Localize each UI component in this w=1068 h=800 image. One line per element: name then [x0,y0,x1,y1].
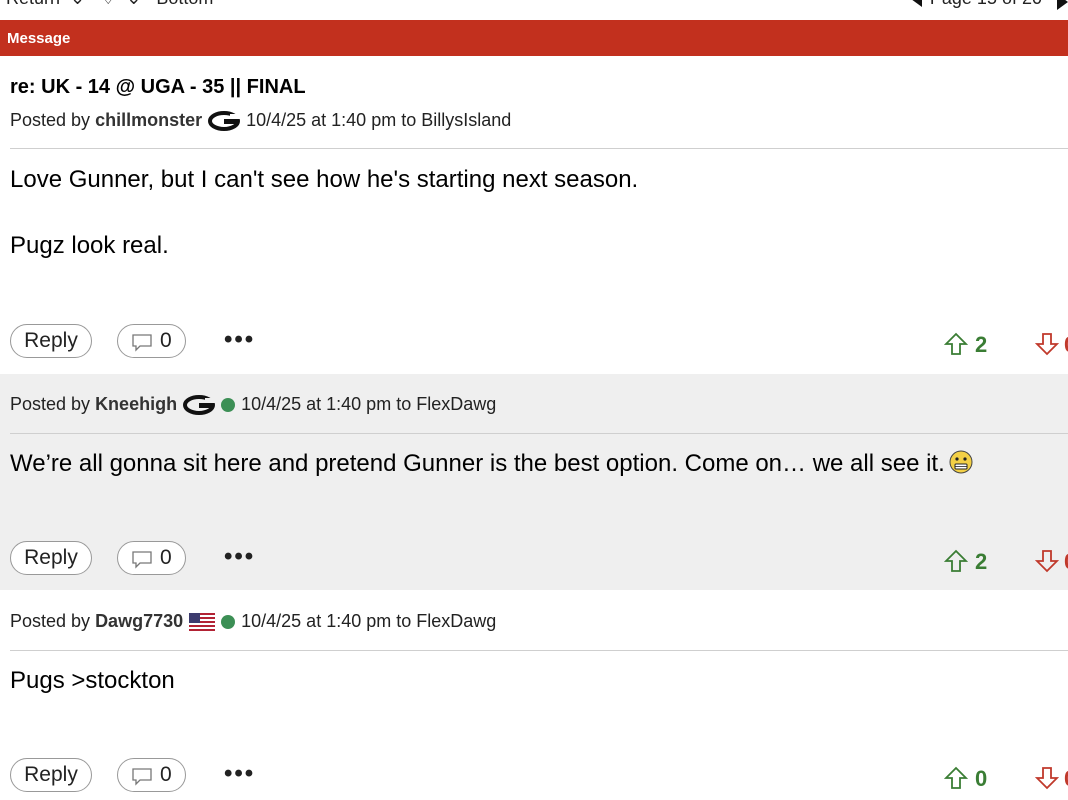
upvote-count: 2 [975,332,988,357]
downvote-count: 0 [1064,332,1068,358]
upvote-arrow-icon[interactable] [944,549,968,573]
reply-button[interactable]: Reply [10,758,92,792]
chevron-down-icon[interactable]: ⌄ [126,0,141,8]
next-page-icon[interactable] [1057,0,1068,10]
post-paragraph: Love Gunner, but I can't see how he's st… [10,166,639,193]
thread-title: re: UK - 14 @ UGA - 35 || FINAL [10,76,306,98]
downvote-count: 0 [1064,549,1068,575]
chevron-down-icon[interactable]: ⌄ [70,0,85,8]
comment-button[interactable]: 0 [117,541,186,575]
upvote-count: 2 [975,549,988,574]
online-status-dot [221,397,236,412]
grimace-emoji-icon [949,450,973,474]
more-options-button[interactable]: ••• [224,760,255,788]
more-options-button[interactable]: ••• [224,543,255,571]
divider [10,650,1068,651]
post-meta: Posted by Dawg7730 10/4/25 at 1:40 pm to… [10,611,496,632]
comment-count: 0 [160,763,172,786]
post-timestamp[interactable]: 10/4/25 at 1:40 pm to BillysIsland [246,110,511,131]
post-text: We’re all gonna sit here and pretend Gun… [10,450,945,477]
bottom-link[interactable]: Bottom [156,0,213,8]
bell-icon[interactable]: ♢ [100,0,116,8]
georgia-g-logo-icon [208,110,241,131]
username-link[interactable]: Dawg7730 [95,611,183,632]
comment-button[interactable]: 0 [117,324,186,358]
return-link[interactable]: Return [6,0,60,8]
posted-by-label: Posted by [10,394,91,414]
upvote-arrow-icon[interactable] [944,766,968,790]
upvote-arrow-icon[interactable] [944,332,968,356]
top-nav-left: Return ⌄ ♢ ⌄ Bottom [6,0,223,9]
post-timestamp[interactable]: 10/4/25 at 1:40 pm to FlexDawg [241,611,496,632]
more-options-button[interactable]: ••• [224,326,255,354]
message-header: Message [0,20,1068,56]
posted-by-label: Posted by [10,110,91,130]
page-indicator: Page 15 of 20 [930,0,1042,8]
georgia-g-logo-icon [183,394,216,415]
prev-page-icon[interactable] [910,0,922,8]
post-2: Posted by Kneehigh 10/4/25 at 1:40 pm to… [0,374,1068,590]
post-1: re: UK - 14 @ UGA - 35 || FINAL Posted b… [0,56,1068,373]
reply-button[interactable]: Reply [10,324,92,358]
comment-count: 0 [160,546,172,569]
us-flag-icon [189,612,216,631]
comment-bubble-icon [132,334,152,352]
online-status-dot [221,614,236,629]
upvote-count: 0 [975,766,988,791]
downvote-arrow-icon[interactable] [1035,766,1059,790]
comment-count: 0 [160,329,172,352]
divider [10,433,1068,434]
post-meta: Posted by chillmonster 10/4/25 at 1:40 p… [10,110,511,131]
post-body: We’re all gonna sit here and pretend Gun… [10,447,973,480]
downvote-arrow-icon[interactable] [1035,549,1059,573]
downvote-arrow-icon[interactable] [1035,332,1059,356]
username-link[interactable]: chillmonster [95,110,202,131]
post-body: Pugs >stockton [10,664,175,697]
post-paragraph: We’re all gonna sit here and pretend Gun… [10,447,973,480]
post-meta: Posted by Kneehigh 10/4/25 at 1:40 pm to… [10,394,496,415]
downvote-count: 0 [1064,766,1068,792]
posted-by-label: Posted by [10,611,91,631]
top-nav: Return ⌄ ♢ ⌄ Bottom Page 15 of 20 [0,0,1068,20]
comment-bubble-icon [132,768,152,786]
divider [10,148,1068,149]
comment-button[interactable]: 0 [117,758,186,792]
comment-bubble-icon [132,551,152,569]
reply-button[interactable]: Reply [10,541,92,575]
post-3: Posted by Dawg7730 10/4/25 at 1:40 pm to… [0,591,1068,800]
post-body: Love Gunner, but I can't see how he's st… [10,163,638,262]
username-link[interactable]: Kneehigh [95,394,177,415]
post-timestamp[interactable]: 10/4/25 at 1:40 pm to FlexDawg [241,394,496,415]
post-paragraph: Pugz look real. [10,232,169,259]
post-paragraph: Pugs >stockton [10,667,175,694]
pagination: Page 15 of 20 [910,0,1042,9]
